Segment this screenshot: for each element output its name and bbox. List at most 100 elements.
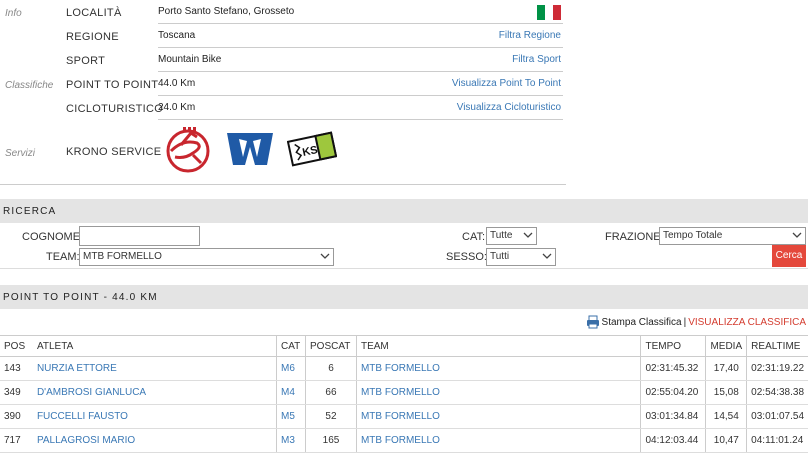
cell-realtime: 02:31:19.22 [746,356,808,381]
cat-select[interactable]: Tutte [486,227,537,245]
team-link[interactable]: MTB FORMELLO [361,387,440,398]
regione-label: REGIONE [66,31,119,43]
info-row-localita: Info LOCALITÀ Porto Santo Stefano, Gross… [0,0,563,24]
localita-label: LOCALITÀ [66,7,122,19]
chevron-down-icon [523,232,533,238]
cell-pos: 349 [0,380,33,405]
athlete-link[interactable]: PALLAGROSI MARIO [37,435,135,446]
cognome-label: COGNOME: [22,231,84,243]
cell-pos: 390 [0,404,33,429]
column-header-cat[interactable]: CAT [276,335,306,357]
visualizza-classifica-link[interactable]: VISUALIZZA CLASSIFICA [688,317,806,328]
frazione-label: FRAZIONE: [605,231,664,243]
print-icon[interactable] [586,315,600,329]
column-header-atleta[interactable]: ATLETA [31,335,277,357]
localita-value-cell: Porto Santo Stefano, Grosseto [158,5,563,24]
sesso-select[interactable]: Tutti [486,248,556,266]
ricerca-header: RICERCA [0,199,808,223]
italy-flag-icon [537,5,561,20]
cat-select-value: Tutte [490,230,513,241]
cell-pos: 717 [0,428,33,453]
cat-link[interactable]: M6 [281,363,295,374]
column-header-pos[interactable]: POS [0,335,33,357]
toolbar-separator: | [683,316,687,328]
column-header-realtime[interactable]: REALTIME [746,335,808,357]
info-row-cicloturistico: CICLOTURISTICO 24.0 Km Visualizza Ciclot… [0,96,563,120]
runner-logo-icon[interactable] [163,125,213,173]
cell-pos: 143 [0,356,33,381]
column-header-tempo[interactable]: TEMPO [640,335,706,357]
cell-poscat: 6 [305,356,357,381]
cell-tempo: 03:01:34.84 [640,404,706,429]
ricerca-title: RICERCA [3,206,57,217]
table-row: 349 D'AMBROSI GIANLUCA M4 66 MTB FORMELL… [0,380,808,405]
localita-value: Porto Santo Stefano, Grosseto [158,6,295,17]
team-link[interactable]: MTB FORMELLO [361,435,440,446]
point-to-point-value: 44.0 Km [158,78,196,89]
regione-value: Toscana [158,30,196,41]
cat-link[interactable]: M5 [281,411,295,422]
team-link[interactable]: MTB FORMELLO [361,411,440,422]
info-row-sport: SPORT Mountain Bike Filtra Sport [0,48,563,72]
cicloturistico-value: 24.0 Km [158,102,196,113]
stampa-classifica-link[interactable]: Stampa Classifica [602,317,682,328]
sport-value-cell: Mountain Bike Filtra Sport [158,54,563,72]
team-link[interactable]: MTB FORMELLO [361,363,440,374]
sesso-label: SESSO: [446,251,487,263]
chevron-down-icon [792,232,802,238]
cicloturistico-label: CICLOTURISTICO [66,103,164,115]
search-form: COGNOME: TEAM: MTB FORMELLO CAT: Tutte S… [0,224,808,269]
frazione-select[interactable]: Tempo Totale [659,227,806,245]
cicloturistico-value-cell: 24.0 Km Visualizza Cicloturistico [158,102,563,120]
chevron-down-icon [320,253,330,259]
section-label-info: Info [5,8,22,19]
cell-media: 10,47 [705,428,747,453]
team-select[interactable]: MTB FORMELLO [79,248,334,266]
classifica-title: POINT TO POINT - 44.0 KM [3,292,158,303]
ks-ticket-logo-icon[interactable]: KS [287,129,337,169]
cerca-button[interactable]: Cerca [772,245,806,267]
visualizza-point-to-point-link[interactable]: Visualizza Point To Point [452,78,561,89]
section-label-classifiche: Classifiche [5,80,54,91]
stampa-toolbar: Stampa Classifica | VISUALIZZA CLASSIFIC… [586,315,806,329]
cell-tempo: 02:55:04.20 [640,380,706,405]
athlete-link[interactable]: FUCCELLI FAUSTO [37,411,128,422]
table-row: 390 FUCCELLI FAUSTO M5 52 MTB FORMELLO 0… [0,404,808,429]
table-header-row: POS ATLETA CAT POSCAT TEAM TEMPO MEDIA R… [0,335,808,357]
cell-realtime: 03:01:07.54 [746,404,808,429]
cat-link[interactable]: M4 [281,387,295,398]
section-label-servizi: Servizi [5,148,36,159]
filtra-sport-link[interactable]: Filtra Sport [512,54,561,65]
classifica-header: POINT TO POINT - 44.0 KM [0,285,808,309]
cat-link[interactable]: M3 [281,435,295,446]
cognome-input[interactable] [79,226,200,246]
w-shield-logo-icon[interactable] [225,129,275,169]
column-header-team[interactable]: TEAM [355,335,641,357]
cell-poscat: 52 [305,404,357,429]
regione-value-cell: Toscana Filtra Regione [158,30,563,48]
results-table: POS ATLETA CAT POSCAT TEAM TEMPO MEDIA R… [0,335,808,453]
athlete-link[interactable]: NURZIA ETTORE [37,363,117,374]
cell-tempo: 02:31:45.32 [640,356,706,381]
info-row-point-to-point: Classifiche POINT TO POINT 44.0 Km Visua… [0,72,563,96]
athlete-link[interactable]: D'AMBROSI GIANLUCA [37,387,146,398]
frazione-select-value: Tempo Totale [663,230,723,241]
krono-service-label: KRONO SERVICE [66,146,162,158]
column-header-media[interactable]: MEDIA [705,335,747,357]
team-label: TEAM: [46,251,80,263]
cell-media: 14,54 [705,404,747,429]
cat-label: CAT: [462,231,486,243]
event-info-panel: Info LOCALITÀ Porto Santo Stefano, Gross… [0,0,566,185]
table-row: 143 NURZIA ETTORE M6 6 MTB FORMELLO 02:3… [0,356,808,381]
cell-media: 15,08 [705,380,747,405]
sesso-select-value: Tutti [490,251,510,262]
cell-media: 17,40 [705,356,747,381]
filtra-regione-link[interactable]: Filtra Regione [499,30,561,41]
team-select-value: MTB FORMELLO [83,251,162,262]
cell-realtime: 04:11:01.24 [746,428,808,453]
chevron-down-icon [542,253,552,259]
visualizza-cicloturistico-link[interactable]: Visualizza Cicloturistico [457,102,561,113]
sport-value: Mountain Bike [158,54,222,65]
column-header-poscat[interactable]: POSCAT [305,335,357,357]
cell-poscat: 66 [305,380,357,405]
